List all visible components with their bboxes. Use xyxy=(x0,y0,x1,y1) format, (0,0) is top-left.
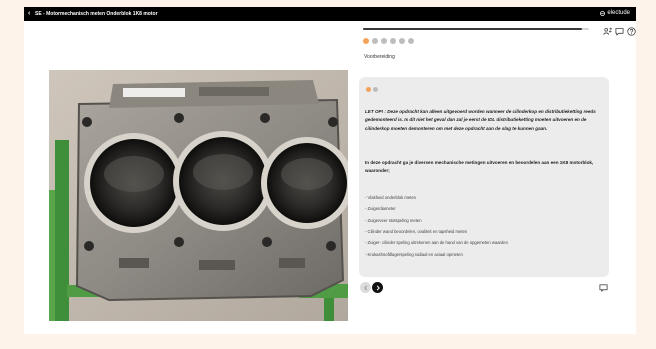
electude-logo-icon xyxy=(600,10,606,16)
intro-text: In deze opdracht ga je diversen mechanis… xyxy=(365,160,594,174)
back-chevron-icon[interactable]: ‹ xyxy=(28,10,30,17)
step-dot[interactable] xyxy=(372,38,378,44)
step-dot-active[interactable] xyxy=(363,38,369,44)
chevron-left-icon xyxy=(363,285,367,290)
user-switch-icon[interactable] xyxy=(603,27,612,36)
engine-block-photo xyxy=(49,70,348,321)
measurement-list: - Vlakheid onderblok meten - Zuigerdiame… xyxy=(365,194,508,262)
progress-bar xyxy=(363,28,589,30)
toolbar xyxy=(603,27,636,36)
list-item: - Cilinder wand beoordelen, ovaliteit en… xyxy=(365,229,468,235)
step-dot[interactable] xyxy=(381,38,387,44)
instruction-card: LET OP! : Deze opdracht kan alleen uitge… xyxy=(359,77,609,277)
list-item: - Vlakheid onderblok meten xyxy=(365,195,416,200)
step-label: Voorbereiding xyxy=(364,54,395,60)
chat-icon[interactable] xyxy=(615,27,624,36)
top-bar: ‹ SE - Motormechanisch meten Onderblok 1… xyxy=(24,7,636,21)
warning-note: LET OP! : Deze opdracht kan alleen uitge… xyxy=(365,109,596,131)
list-item: - Zuigerdiameter xyxy=(365,206,396,212)
chevron-right-icon xyxy=(376,285,380,290)
previous-button[interactable] xyxy=(360,282,371,293)
step-dot[interactable] xyxy=(408,38,414,44)
step-dots xyxy=(363,38,414,44)
list-item: - Krukashoofdlagerspeling radiaal en axi… xyxy=(365,251,463,257)
help-icon[interactable] xyxy=(627,27,636,36)
app-frame: ‹ SE - Motormechanisch meten Onderblok 1… xyxy=(24,7,636,334)
list-item: - Zuiger- cilinder speling uitrekenen aa… xyxy=(365,240,508,246)
brand-name: electude xyxy=(607,10,630,16)
progress-fill xyxy=(363,28,583,30)
next-button[interactable] xyxy=(372,282,383,293)
card-dots xyxy=(366,87,378,92)
step-dot[interactable] xyxy=(390,38,396,44)
comment-icon[interactable] xyxy=(599,283,608,292)
list-item: - Zuigerveer stotspeling meten xyxy=(365,217,422,223)
step-dot[interactable] xyxy=(399,38,405,44)
page-title: SE - Motormechanisch meten Onderblok 1K8… xyxy=(35,11,158,17)
step-dot[interactable] xyxy=(373,87,378,92)
brand-logo: electude xyxy=(600,10,630,16)
step-dot-active[interactable] xyxy=(366,87,371,92)
